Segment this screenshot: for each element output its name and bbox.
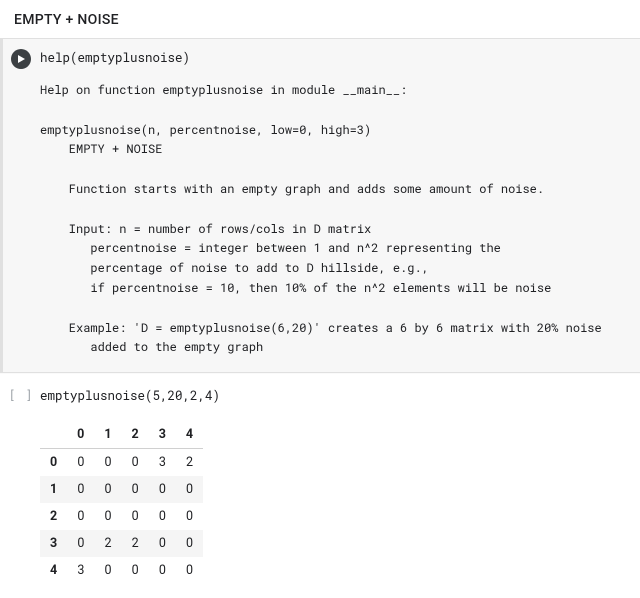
table-cell: 0 bbox=[94, 476, 121, 503]
play-filled-icon bbox=[16, 54, 26, 64]
table-cell: 0 bbox=[176, 530, 203, 557]
code-cell: help(emptyplusnoise) Help on function em… bbox=[0, 38, 640, 373]
table-corner bbox=[40, 421, 67, 449]
table-cell: 0 bbox=[149, 476, 176, 503]
table-cell: 3 bbox=[149, 449, 176, 477]
table-row-header: 1 bbox=[40, 476, 67, 503]
table-cell: 0 bbox=[67, 449, 94, 477]
table-col-header: 0 bbox=[67, 421, 94, 449]
table-header-row: 0 1 2 3 4 bbox=[40, 421, 203, 449]
cell-input-row: [ ] emptyplusnoise(5,20,2,4) bbox=[0, 377, 640, 415]
table-cell: 0 bbox=[122, 503, 149, 530]
run-button[interactable] bbox=[11, 49, 31, 69]
dataframe-table: 0 1 2 3 4 0 0 0 0 3 2 1 0 bbox=[40, 421, 203, 584]
table-cell: 2 bbox=[122, 530, 149, 557]
table-col-header: 4 bbox=[176, 421, 203, 449]
section-heading: EMPTY + NOISE bbox=[0, 0, 640, 38]
table-cell: 0 bbox=[67, 476, 94, 503]
table-cell: 0 bbox=[176, 557, 203, 584]
code-cell: [ ] emptyplusnoise(5,20,2,4) 0 1 2 3 4 0… bbox=[0, 377, 640, 594]
table-cell: 0 bbox=[176, 503, 203, 530]
table-row-header: 4 bbox=[40, 557, 67, 584]
table-col-header: 1 bbox=[94, 421, 121, 449]
table-cell: 0 bbox=[122, 476, 149, 503]
table-col-header: 2 bbox=[122, 421, 149, 449]
code-input[interactable]: help(emptyplusnoise) bbox=[36, 47, 634, 69]
table-cell: 0 bbox=[94, 449, 121, 477]
table-row: 0 0 0 0 3 2 bbox=[40, 449, 203, 477]
table-row-header: 0 bbox=[40, 449, 67, 477]
table-cell: 0 bbox=[176, 476, 203, 503]
table-cell: 3 bbox=[67, 557, 94, 584]
table-cell: 0 bbox=[149, 503, 176, 530]
table-cell: 2 bbox=[94, 530, 121, 557]
table-row: 3 0 2 2 0 0 bbox=[40, 530, 203, 557]
table-cell: 0 bbox=[122, 449, 149, 477]
table-cell: 0 bbox=[94, 503, 121, 530]
cell-output-text: Help on function emptyplusnoise in modul… bbox=[0, 75, 640, 372]
cell-input-row: help(emptyplusnoise) bbox=[0, 39, 640, 75]
table-cell: 0 bbox=[67, 503, 94, 530]
table-cell: 0 bbox=[149, 530, 176, 557]
table-cell: 2 bbox=[176, 449, 203, 477]
table-cell: 0 bbox=[67, 530, 94, 557]
table-row-header: 3 bbox=[40, 530, 67, 557]
table-row: 2 0 0 0 0 0 bbox=[40, 503, 203, 530]
table-cell: 0 bbox=[122, 557, 149, 584]
table-row: 1 0 0 0 0 0 bbox=[40, 476, 203, 503]
execution-count-bracket[interactable]: [ ] bbox=[9, 387, 34, 403]
table-cell: 0 bbox=[94, 557, 121, 584]
table-col-header: 3 bbox=[149, 421, 176, 449]
table-row: 4 3 0 0 0 0 bbox=[40, 557, 203, 584]
cell-gutter bbox=[6, 47, 36, 69]
table-row-header: 2 bbox=[40, 503, 67, 530]
cell-gutter: [ ] bbox=[6, 385, 36, 403]
cell-output-table: 0 1 2 3 4 0 0 0 0 3 2 1 0 bbox=[0, 415, 640, 594]
code-input[interactable]: emptyplusnoise(5,20,2,4) bbox=[36, 385, 634, 407]
table-cell: 0 bbox=[149, 557, 176, 584]
